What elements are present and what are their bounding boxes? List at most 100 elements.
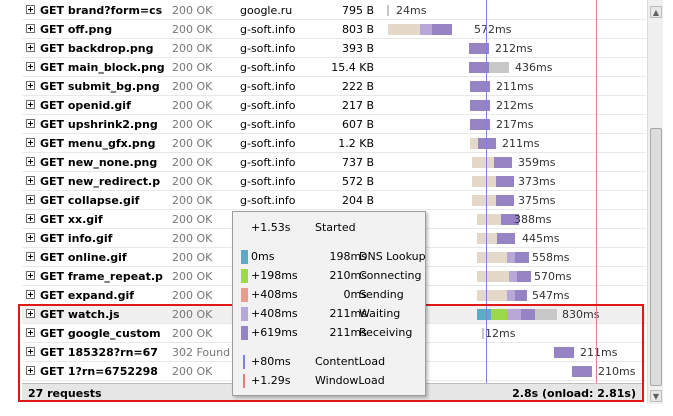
request-status: 200 OK [172, 4, 213, 17]
request-size: 217 B [341, 99, 374, 112]
request-time: 359ms [518, 156, 556, 169]
dns-swatch-icon [241, 250, 248, 264]
request-domain: g-soft.info [240, 80, 296, 93]
request-time: 570ms [534, 270, 572, 283]
expand-icon[interactable] [26, 138, 35, 147]
expand-icon[interactable] [26, 195, 35, 204]
phase-label: DNS Lookup [359, 250, 426, 263]
request-status: 200 OK [172, 270, 213, 283]
request-url: GET upshrink2.png [40, 118, 158, 131]
request-url: GET online.gif [40, 251, 127, 264]
phase-duration: 211ms [329, 326, 367, 339]
timing-bar [477, 233, 515, 244]
request-size: 803 B [341, 23, 374, 36]
expand-icon[interactable] [26, 176, 35, 185]
request-row[interactable]: GET backdrop.png 200 OK g-soft.info 393 … [22, 39, 646, 58]
request-status: 200 OK [172, 23, 213, 36]
timing-bar [470, 119, 490, 130]
request-row[interactable]: GET submit_bg.png 200 OK g-soft.info 222… [22, 77, 646, 96]
request-url: GET collapse.gif [40, 194, 140, 207]
request-url: GET menu_gfx.png [40, 137, 156, 150]
expand-icon[interactable] [26, 100, 35, 109]
phase-duration: 198ms [329, 250, 367, 263]
request-status: 200 OK [172, 99, 213, 112]
request-url: GET submit_bg.png [40, 80, 160, 93]
request-status: 200 OK [172, 118, 213, 131]
request-row[interactable]: GET new_redirect.p 200 OK g-soft.info 57… [22, 172, 646, 191]
request-url: GET backdrop.png [40, 42, 154, 55]
expand-icon[interactable] [26, 5, 35, 14]
timing-bar [472, 176, 514, 187]
request-status: 200 OK [172, 80, 213, 93]
request-row[interactable]: GET menu_gfx.png 200 OK g-soft.info 1.2 … [22, 134, 646, 153]
tooltip-phase-row: +619ms 211ms Receiving [233, 326, 425, 340]
tooltip-event-row: +1.29s WindowLoad [233, 374, 425, 388]
request-size: 572 B [341, 175, 374, 188]
request-domain: g-soft.info [240, 23, 296, 36]
tooltip-phase-row: +408ms 211ms Waiting [233, 307, 425, 321]
request-time: 212ms [496, 99, 534, 112]
request-row[interactable]: GET collapse.gif 200 OK g-soft.info 204 … [22, 191, 646, 210]
request-status: 200 OK [172, 289, 213, 302]
expand-icon[interactable] [26, 62, 35, 71]
expand-icon[interactable] [26, 24, 35, 33]
phase-offset: +408ms [251, 307, 298, 320]
timing-bar [477, 214, 519, 225]
event-offset: +80ms [251, 355, 291, 368]
request-row[interactable]: GET openid.gif 200 OK g-soft.info 217 B … [22, 96, 646, 115]
request-status: 200 OK [172, 232, 213, 245]
request-row[interactable]: GET off.png 200 OK g-soft.info 803 B 572… [22, 20, 646, 39]
expand-icon[interactable] [26, 214, 35, 223]
request-url: GET brand?form=cs [40, 4, 163, 17]
expand-icon[interactable] [26, 233, 35, 242]
scroll-up-icon[interactable]: ▲ [650, 6, 662, 18]
expand-icon[interactable] [26, 43, 35, 52]
request-row[interactable]: GET main_block.png 200 OK g-soft.info 15… [22, 58, 646, 77]
phase-duration: 0ms [343, 288, 367, 301]
request-time: 445ms [522, 232, 560, 245]
timing-tooltip: +1.53s Started 0ms 198ms DNS Lookup +198… [232, 211, 426, 396]
request-time: 547ms [532, 289, 570, 302]
request-time: 572ms [474, 23, 512, 36]
request-url: GET new_redirect.p [40, 175, 161, 188]
event-label: ContentLoad [315, 355, 386, 368]
request-row[interactable]: GET brand?form=cs 200 OK google.ru 795 B… [22, 1, 646, 20]
request-time: 217ms [496, 118, 534, 131]
expand-icon[interactable] [26, 81, 35, 90]
timing-bar [387, 5, 389, 16]
expand-icon[interactable] [26, 157, 35, 166]
request-status: 200 OK [172, 61, 213, 74]
request-status: 200 OK [172, 251, 213, 264]
timing-bar [470, 81, 490, 92]
timing-bar [477, 252, 529, 263]
request-time: 211ms [496, 80, 534, 93]
request-domain: g-soft.info [240, 99, 296, 112]
phase-offset: 0ms [251, 250, 275, 263]
timing-bar [470, 100, 490, 111]
scroll-down-icon[interactable]: ▼ [650, 390, 662, 402]
tooltip-started-row: +1.53s Started [233, 221, 425, 235]
request-url: GET main_block.png [40, 61, 165, 74]
expand-icon[interactable] [26, 271, 35, 280]
expand-icon[interactable] [26, 252, 35, 261]
request-status: 200 OK [172, 194, 213, 207]
request-status: 200 OK [172, 156, 213, 169]
phase-duration: 210ms [329, 269, 367, 282]
scroll-thumb[interactable] [650, 128, 662, 386]
vertical-scrollbar[interactable]: ▲ ▼ [647, 0, 663, 404]
request-time: 211ms [502, 137, 540, 150]
request-size: 15.4 KB [331, 61, 374, 74]
expand-icon[interactable] [26, 290, 35, 299]
tooltip-phase-row: 0ms 198ms DNS Lookup [233, 250, 426, 264]
phase-label: Receiving [359, 326, 413, 339]
timing-bar [477, 290, 527, 301]
request-row[interactable]: GET upshrink2.png 200 OK g-soft.info 607… [22, 115, 646, 134]
expand-icon[interactable] [26, 119, 35, 128]
request-time: 375ms [518, 194, 556, 207]
timing-bar [469, 62, 509, 73]
request-row[interactable]: GET new_none.png 200 OK g-soft.info 737 … [22, 153, 646, 172]
request-size: 1.2 KB [338, 137, 374, 150]
phase-label: Waiting [359, 307, 401, 320]
request-status: 200 OK [172, 175, 213, 188]
request-url: GET new_none.png [40, 156, 158, 169]
